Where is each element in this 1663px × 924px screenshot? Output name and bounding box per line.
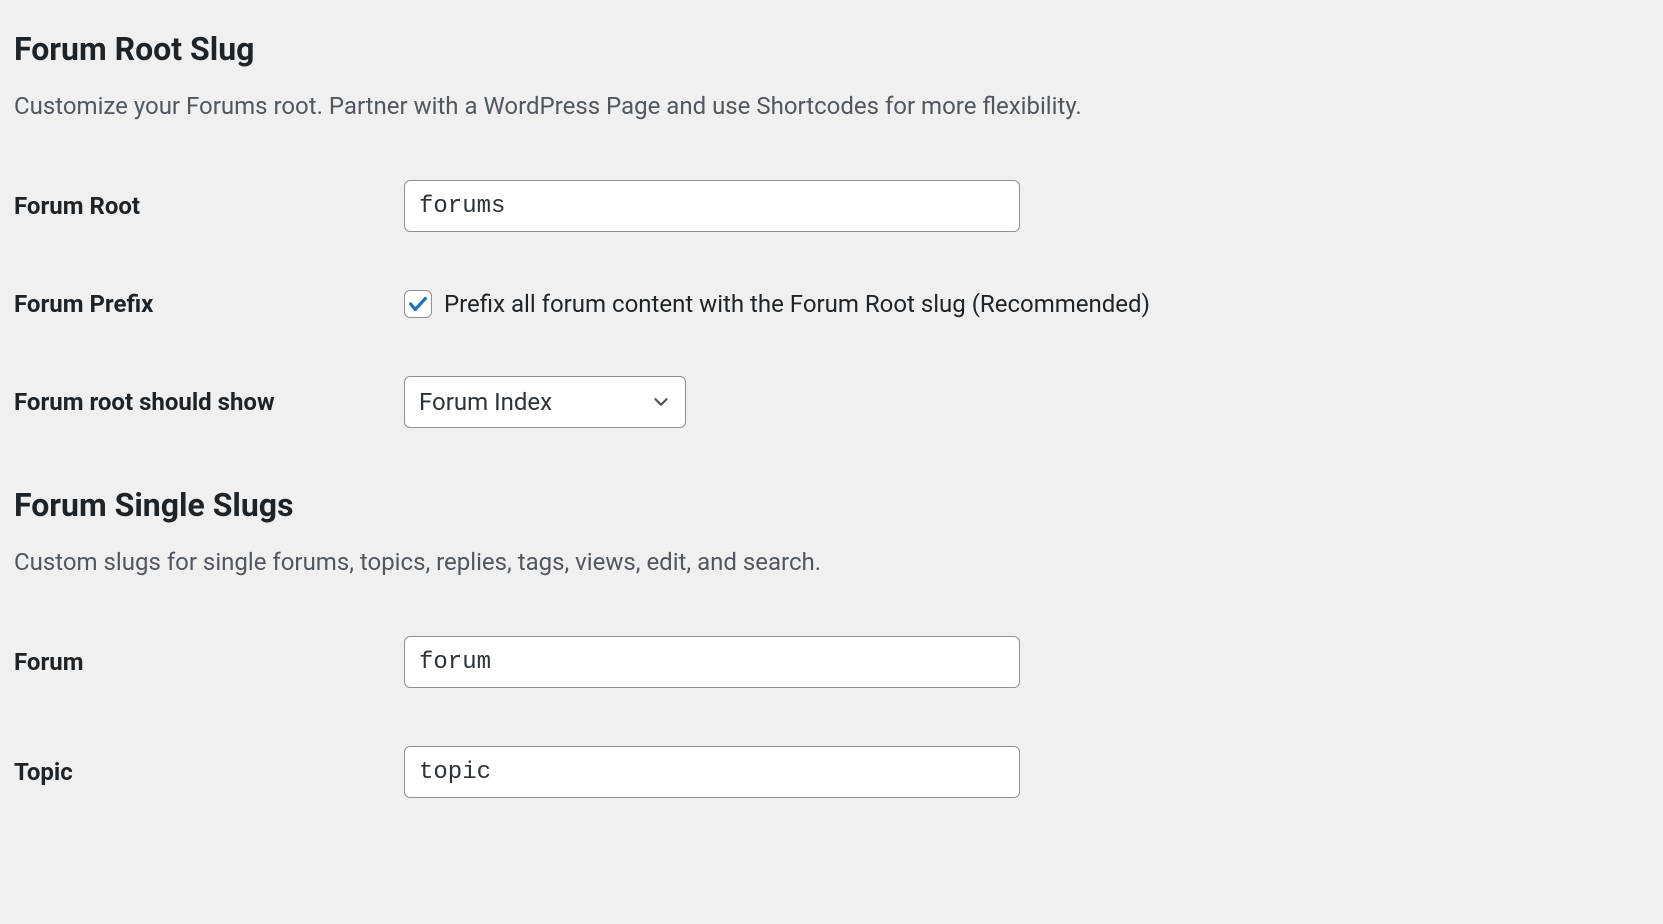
section-heading-root: Forum Root Slug	[14, 30, 1649, 68]
topic-input[interactable]	[404, 746, 1020, 798]
forum-prefix-checkbox[interactable]	[404, 290, 432, 318]
forum-prefix-label: Forum Prefix	[14, 290, 404, 318]
forum-control	[404, 636, 1649, 688]
section-description-root: Customize your Forums root. Partner with…	[14, 92, 1649, 120]
topic-label: Topic	[14, 758, 404, 786]
forum-input[interactable]	[404, 636, 1020, 688]
check-icon	[407, 293, 429, 315]
form-row-forum: Forum	[14, 636, 1649, 688]
form-row-topic: Topic	[14, 746, 1649, 798]
forum-label: Forum	[14, 648, 404, 676]
root-show-select-wrapper: Forum Index	[404, 376, 686, 428]
form-row-forum-root: Forum Root	[14, 180, 1649, 232]
forum-root-input[interactable]	[404, 180, 1020, 232]
form-row-forum-prefix: Forum Prefix Prefix all forum content wi…	[14, 290, 1649, 318]
forum-prefix-checkbox-wrapper[interactable]: Prefix all forum content with the Forum …	[404, 290, 1649, 318]
root-show-label: Forum root should show	[14, 388, 404, 416]
forum-single-slugs-section: Forum Single Slugs Custom slugs for sing…	[14, 486, 1649, 798]
forum-prefix-control: Prefix all forum content with the Forum …	[404, 290, 1649, 318]
forum-prefix-checkbox-label: Prefix all forum content with the Forum …	[444, 290, 1150, 318]
forum-root-control	[404, 180, 1649, 232]
topic-control	[404, 746, 1649, 798]
root-show-control: Forum Index	[404, 376, 1649, 428]
section-heading-single: Forum Single Slugs	[14, 486, 1649, 524]
forum-root-label: Forum Root	[14, 192, 404, 220]
forum-root-slug-section: Forum Root Slug Customize your Forums ro…	[14, 30, 1649, 428]
form-row-root-show: Forum root should show Forum Index	[14, 376, 1649, 428]
section-description-single: Custom slugs for single forums, topics, …	[14, 548, 1649, 576]
root-show-select[interactable]: Forum Index	[404, 376, 686, 428]
